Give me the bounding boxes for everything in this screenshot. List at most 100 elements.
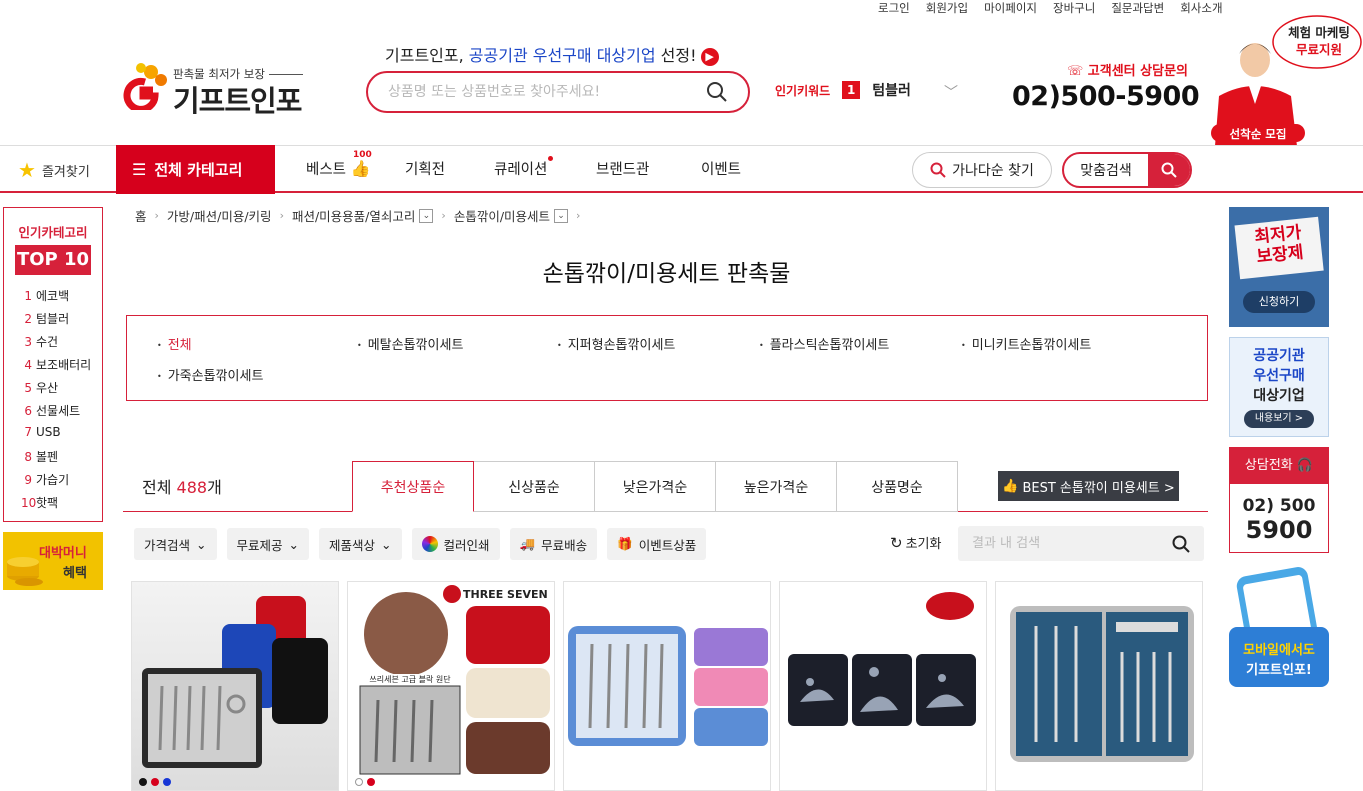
qna-link[interactable]: 질문과답변	[1111, 0, 1164, 18]
consult-phone-banner[interactable]: 상담전화 🎧 02) 500 5900	[1229, 447, 1329, 553]
breadcrumb-item[interactable]: 가방/패션/미용/키링	[167, 206, 272, 225]
headline-suffix: 선정!	[655, 46, 697, 65]
best-button-label: BEST 손톱깎이 미용세트 >	[1022, 480, 1175, 496]
site-logo[interactable]: 판촉물 최저가 보장 기프트인포	[115, 58, 315, 118]
filter-color-print[interactable]: 컬러인쇄	[411, 528, 500, 560]
breadcrumb-item[interactable]: 패션/미용용품/열쇠고리	[292, 206, 415, 225]
subcategory-item[interactable]: 플라스틱손톱깎이세트	[759, 334, 890, 353]
product-image	[788, 592, 976, 726]
sort-tab-low-price[interactable]: 낮은가격순	[595, 461, 716, 512]
sort-tab-new[interactable]: 신상품순	[474, 461, 595, 512]
nav-brand[interactable]: 브랜드관	[596, 158, 649, 179]
search-icon[interactable]	[1172, 535, 1190, 553]
breadcrumb-home[interactable]: 홈	[135, 206, 147, 225]
product-card[interactable]	[563, 581, 771, 791]
nav-curation[interactable]: 큐레이션	[494, 156, 554, 179]
chevron-down-icon: ⌄	[381, 536, 392, 552]
subcategory-item[interactable]: 미니키트손톱깎이세트	[961, 334, 1092, 353]
popular-category-item[interactable]: 9 가습기	[21, 471, 102, 494]
popular-category-title: 인기카테고리	[18, 225, 88, 240]
fit-search-button[interactable]: 맞춤검색	[1062, 152, 1192, 188]
experience-marketing-promo[interactable]: 체험 마케팅 무료지원 선착순 모집	[1205, 14, 1363, 146]
mypage-link[interactable]: 마이페이지	[984, 0, 1037, 18]
chevron-down-icon[interactable]: ⌄	[554, 208, 569, 223]
money-banner-line1: 대박머니	[39, 546, 87, 561]
product-card[interactable]	[131, 581, 339, 791]
subcategory-all[interactable]: 전체	[157, 334, 192, 353]
breadcrumb-item[interactable]: 손톱깎이/미용세트	[454, 206, 550, 225]
popular-category-item[interactable]: 2 텀블러	[21, 310, 102, 333]
filter-color[interactable]: 제품색상 ⌄	[319, 528, 402, 560]
subcategory-item[interactable]: 메탈손톱깎이세트	[357, 334, 464, 353]
filter-price[interactable]: 가격검색 ⌄	[134, 528, 217, 560]
gift-icon: 🎁	[617, 536, 633, 551]
customer-center-phone: 02)500-5900	[1012, 81, 1200, 112]
logo-g-icon	[123, 63, 167, 110]
lowest-price-banner[interactable]: 최저가 보장제 신청하기	[1229, 207, 1329, 327]
popular-category-item[interactable]: 6 선물세트	[21, 402, 102, 425]
consult-phone-label: 상담전화	[1244, 458, 1293, 473]
product-card[interactable]: THREE SEVEN 쓰리세븐 고급 블락 원단	[347, 581, 555, 791]
search-input[interactable]	[388, 84, 706, 100]
product-image	[568, 626, 768, 746]
color-swatch[interactable]	[139, 778, 147, 786]
promo-line2: 무료지원	[1295, 42, 1342, 57]
filter-event[interactable]: 🎁 이벤트상품	[607, 528, 707, 560]
subcategory-item[interactable]: 지퍼형손톱깎이세트	[557, 334, 676, 353]
headline-notice[interactable]: 기프트인포, 공공기관 우선구매 대상기업 선정! ▶	[385, 42, 719, 66]
sort-tab-high-price[interactable]: 높은가격순	[716, 461, 837, 512]
best-category-button[interactable]: 👍 BEST 손톱깎이 미용세트 >	[998, 471, 1179, 501]
chevron-right-icon: ›	[441, 209, 446, 222]
total-count: 전체 488개	[142, 478, 222, 497]
popular-category-item[interactable]: 8 볼펜	[21, 448, 102, 471]
cart-link[interactable]: 장바구니	[1053, 0, 1095, 18]
mobile-app-banner[interactable]: 모바일에서도 기프트인포!	[1229, 565, 1329, 687]
popular-category-item[interactable]: 7 USB	[21, 425, 102, 448]
popular-category-item[interactable]: 3 수건	[21, 333, 102, 356]
chevron-down-icon[interactable]: ﹀	[944, 82, 958, 102]
signup-link[interactable]: 회원가입	[926, 0, 968, 18]
ganada-search-button[interactable]: 가나다순 찾기	[912, 152, 1052, 188]
nav-special[interactable]: 기획전	[405, 158, 445, 179]
chevron-down-icon[interactable]: ⌄	[419, 208, 434, 223]
search-icon[interactable]	[706, 81, 728, 103]
product-card[interactable]	[779, 581, 987, 791]
filter-free[interactable]: 무료제공 ⌄	[226, 528, 309, 560]
nav-best[interactable]: 베스트 👍 100	[306, 150, 372, 179]
consult-phone-number1: 02) 500	[1242, 496, 1316, 516]
popular-category-list: 1 에코백 2 텀블러 3 수건 4 보조배터리 5 우산 6 선물세트 7 USB 8 볼펜 …	[4, 287, 102, 517]
color-swatch[interactable]	[163, 778, 171, 786]
product-card[interactable]	[995, 581, 1203, 791]
popular-category-item[interactable]: 5 우산	[21, 379, 102, 402]
lowest-price-apply-button[interactable]: 신청하기	[1243, 291, 1315, 313]
popular-keyword[interactable]: 인기키워드 1 텀블러	[775, 80, 911, 100]
reset-button[interactable]: ↻ 초기화	[890, 533, 941, 553]
sort-tab-recommended[interactable]: 추천상품순	[352, 461, 474, 512]
filter-free-shipping[interactable]: 🚚 무료배송	[509, 528, 598, 560]
favorites-label: 즐겨찾기	[41, 164, 90, 180]
nav-event[interactable]: 이벤트	[701, 158, 741, 179]
logo-name: 기프트인포	[173, 84, 302, 118]
coin-stack-image	[7, 557, 43, 586]
procurement-view-button[interactable]: 내용보기 >	[1244, 410, 1314, 428]
color-swatch[interactable]	[355, 778, 363, 786]
popular-keyword-word[interactable]: 텀블러	[872, 80, 911, 100]
arrow-right-icon[interactable]: ▶	[700, 47, 719, 66]
chevron-down-icon: ⌄	[196, 536, 207, 552]
login-link[interactable]: 로그인	[878, 0, 910, 18]
color-swatch[interactable]	[367, 778, 375, 786]
money-benefit-banner[interactable]: 대박머니 혜택	[3, 532, 103, 590]
public-procurement-banner[interactable]: 공공기관 우선구매 대상기업 내용보기 >	[1229, 337, 1329, 437]
popular-category-item[interactable]: 1 에코백	[21, 287, 102, 310]
favorites-button[interactable]: ★ 즐겨찾기	[18, 158, 90, 182]
popular-category-item[interactable]: 4 보조배터리	[21, 356, 102, 379]
headline-highlight: 공공기관 우선구매 대상기업	[468, 46, 656, 65]
sort-tab-name[interactable]: 상품명순	[837, 461, 958, 512]
all-category-button[interactable]: ☰ 전체 카테고리	[116, 145, 275, 194]
result-search-input[interactable]	[972, 536, 1172, 551]
subcategory-item[interactable]: 가죽손톱깎이세트	[157, 365, 264, 384]
fit-search-label: 맞춤검색	[1080, 163, 1132, 179]
color-swatch[interactable]	[151, 778, 159, 786]
new-dot-icon	[548, 156, 554, 161]
popular-category-item[interactable]: 10핫팩	[21, 494, 102, 517]
